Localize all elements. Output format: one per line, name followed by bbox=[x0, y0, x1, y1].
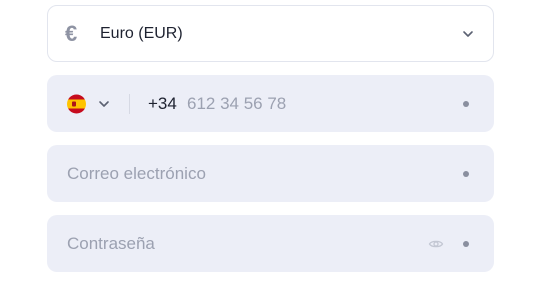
required-indicator bbox=[463, 100, 469, 107]
password-input[interactable]: Contraseña bbox=[67, 234, 155, 254]
currency-select[interactable]: € Euro (EUR) bbox=[47, 5, 494, 62]
phone-prefix: +34 bbox=[148, 93, 177, 113]
phone-field[interactable]: +34 612 34 56 78 bbox=[47, 75, 494, 132]
chevron-down-icon bbox=[463, 30, 473, 37]
required-indicator bbox=[463, 170, 469, 177]
divider bbox=[129, 93, 130, 114]
email-input[interactable]: Correo electrónico bbox=[67, 164, 206, 184]
currency-selected-label: Euro (EUR) bbox=[100, 24, 183, 42]
phone-input[interactable]: 612 34 56 78 bbox=[187, 94, 286, 114]
required-indicator bbox=[463, 240, 469, 247]
spain-flag-icon[interactable] bbox=[67, 94, 86, 113]
email-field[interactable]: Correo electrónico bbox=[47, 145, 494, 202]
eye-icon[interactable] bbox=[428, 236, 444, 252]
chevron-down-icon[interactable] bbox=[96, 96, 112, 112]
password-field[interactable]: Contraseña bbox=[47, 215, 494, 272]
euro-icon: € bbox=[65, 20, 78, 46]
